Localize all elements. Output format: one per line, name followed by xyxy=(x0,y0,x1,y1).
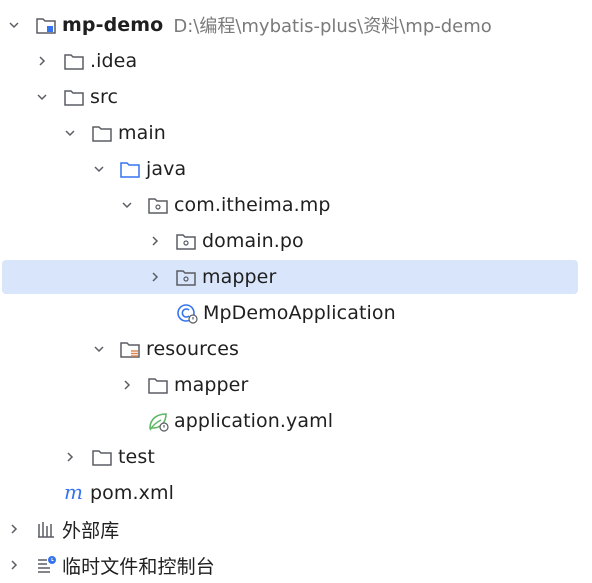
tree-row-package[interactable]: com.itheima.mp xyxy=(0,187,592,223)
module-folder-icon xyxy=(34,13,58,37)
tree-row-src[interactable]: src xyxy=(0,79,592,115)
folder-icon xyxy=(90,121,114,145)
mapper-package-label: mapper xyxy=(202,266,277,288)
chevron-right-icon[interactable] xyxy=(3,518,25,540)
app-class-label: MpDemoApplication xyxy=(203,302,396,324)
package-icon xyxy=(146,193,170,217)
package-label: com.itheima.mp xyxy=(174,194,331,216)
tree-row-java[interactable]: java xyxy=(0,151,592,187)
chevron-down-icon[interactable] xyxy=(88,338,110,360)
folder-icon xyxy=(146,373,170,397)
external-libraries-label: 外部库 xyxy=(62,519,120,542)
chevron-down-icon[interactable] xyxy=(59,122,81,144)
tree-row-idea[interactable]: .idea xyxy=(0,43,592,79)
folder-icon xyxy=(62,49,86,73)
package-icon xyxy=(174,229,198,253)
chevron-right-icon[interactable] xyxy=(31,50,53,72)
project-tree: mp-demo D:\编程\mybatis-plus\资料\mp-demo .i… xyxy=(0,0,592,583)
pom-label: pom.xml xyxy=(90,482,174,504)
library-icon xyxy=(34,517,58,541)
main-label: main xyxy=(118,122,166,144)
tree-row-domain-po[interactable]: domain.po xyxy=(0,223,592,259)
test-label: test xyxy=(118,446,155,468)
maven-icon: m xyxy=(62,481,86,505)
tree-row-application-yaml[interactable]: application.yaml xyxy=(0,403,592,439)
mapper-resources-label: mapper xyxy=(174,374,249,396)
root-path: D:\编程\mybatis-plus\资料\mp-demo xyxy=(173,16,492,37)
chevron-down-icon[interactable] xyxy=(3,14,25,36)
source-folder-icon xyxy=(118,157,142,181)
chevron-right-icon[interactable] xyxy=(144,230,166,252)
tree-row-mapper-resources[interactable]: mapper xyxy=(0,367,592,403)
tree-row-main[interactable]: main xyxy=(0,115,592,151)
resources-folder-icon xyxy=(118,337,142,361)
chevron-right-icon[interactable] xyxy=(59,446,81,468)
idea-label: .idea xyxy=(90,50,138,72)
application-yaml-label: application.yaml xyxy=(174,410,334,432)
folder-icon xyxy=(62,85,86,109)
chevron-right-icon[interactable] xyxy=(3,554,25,576)
tree-row-root[interactable]: mp-demo D:\编程\mybatis-plus\资料\mp-demo xyxy=(0,7,592,43)
scratches-label: 临时文件和控制台 xyxy=(62,555,215,578)
spring-boot-class-icon xyxy=(175,301,199,325)
chevron-right-icon[interactable] xyxy=(144,266,166,288)
tree-row-resources[interactable]: resources xyxy=(0,331,592,367)
chevron-down-icon[interactable] xyxy=(116,194,138,216)
chevron-down-icon[interactable] xyxy=(31,86,53,108)
root-label: mp-demo xyxy=(62,14,164,36)
src-label: src xyxy=(90,86,119,108)
domain-po-label: domain.po xyxy=(202,230,304,252)
tree-row-scratches[interactable]: 临时文件和控制台 xyxy=(0,547,592,583)
tree-row-mapper-package[interactable]: mapper xyxy=(0,259,592,295)
package-icon xyxy=(174,265,198,289)
folder-icon xyxy=(90,445,114,469)
chevron-down-icon[interactable] xyxy=(88,158,110,180)
scratches-icon xyxy=(34,553,58,577)
tree-row-external-libraries[interactable]: 外部库 xyxy=(0,511,592,547)
svg-text:m: m xyxy=(64,482,83,504)
tree-row-pom[interactable]: m pom.xml xyxy=(0,475,592,511)
tree-row-test[interactable]: test xyxy=(0,439,592,475)
java-label: java xyxy=(146,158,187,180)
tree-row-app-class[interactable]: MpDemoApplication xyxy=(0,295,592,331)
selection-highlight xyxy=(2,260,578,294)
resources-label: resources xyxy=(146,338,239,360)
chevron-right-icon[interactable] xyxy=(116,374,138,396)
spring-yaml-icon xyxy=(146,409,170,433)
